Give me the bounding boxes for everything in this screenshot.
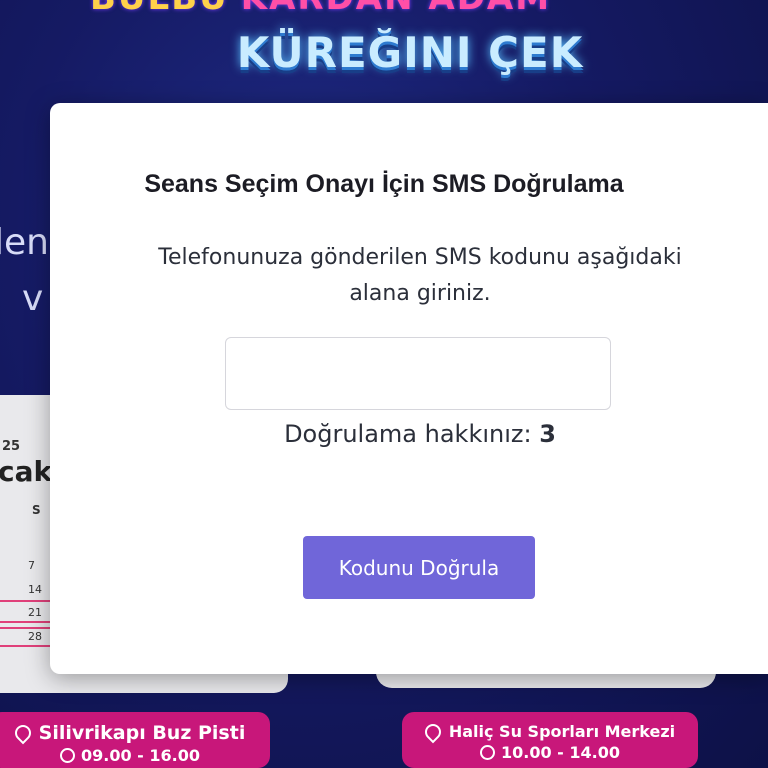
calendar-day: 21: [28, 606, 42, 619]
location-pin-icon: [421, 720, 445, 743]
background-heading-fragment-2: v: [22, 278, 44, 319]
calendar-year: 25: [2, 439, 21, 454]
venue-pill: Haliç Su Sporları Merkezi 10.00 - 14.00: [402, 712, 698, 768]
banner-top-right-text: KARDAN ADAM: [241, 0, 551, 18]
event-banner-top: BULBU KARDAN ADAM: [90, 0, 690, 18]
venue-name: Silivrikapı Buz Pisti: [38, 722, 246, 744]
verify-code-button[interactable]: Kodunu Doğrula: [303, 536, 535, 599]
calendar-day-header: S: [32, 503, 41, 517]
banner-top-left-text: BULBU: [90, 0, 229, 18]
venue-hours: 10.00 - 14.00: [501, 743, 620, 762]
calendar-day: 7: [28, 559, 35, 572]
clock-icon: [60, 748, 75, 763]
modal-title: Seans Seçim Onayı İçin SMS Doğrulama: [144, 170, 624, 198]
calendar-month: cak: [0, 455, 53, 488]
venue-hours: 09.00 - 16.00: [81, 746, 200, 765]
attempts-label: Doğrulama hakkınız:: [284, 420, 532, 448]
location-pin-icon: [11, 721, 34, 745]
clock-icon: [480, 745, 495, 760]
event-banner-logo: KÜREĞINI ÇEK: [236, 27, 584, 77]
calendar-day: 28: [28, 630, 42, 643]
background-heading-fragment: len: [0, 222, 49, 263]
attempts-count: 3: [539, 420, 556, 448]
venue-name: Haliç Su Sporları Merkezi: [448, 722, 676, 741]
attempts-remaining: Doğrulama hakkınız: 3: [150, 420, 690, 448]
venue-pill: Silivrikapı Buz Pisti 09.00 - 16.00: [0, 712, 270, 768]
calendar-day: 14: [28, 583, 42, 596]
sms-code-input[interactable]: [225, 337, 611, 410]
modal-description: Telefonunuza gönderilen SMS kodunu aşağı…: [158, 245, 682, 306]
